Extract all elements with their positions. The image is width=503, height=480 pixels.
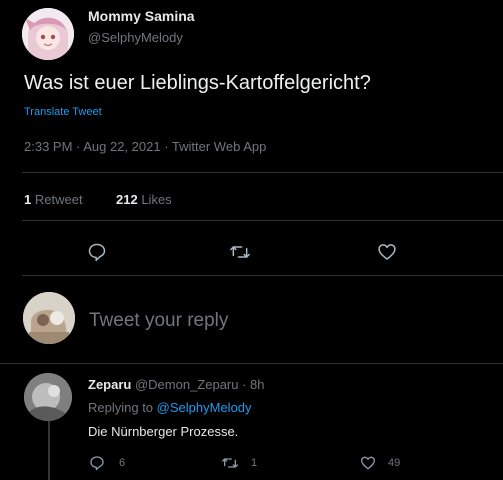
thread-line [48, 420, 50, 480]
replying-to: Replying to @SelphyMelody [88, 400, 252, 415]
reply-icon [89, 455, 105, 471]
retweets-label: Retweet [34, 192, 83, 207]
retweet-stats[interactable]: 1 Retweet [24, 192, 83, 207]
reply-author-name[interactable]: Zeparu [88, 377, 131, 392]
anime-avatar-image [22, 8, 74, 60]
reply-header: Zeparu @Demon_Zeparu · 8h [88, 377, 265, 392]
divider [22, 172, 503, 173]
user-avatar[interactable] [23, 292, 75, 344]
retweet-icon [221, 455, 239, 471]
replying-to-handle[interactable]: @SelphyMelody [157, 400, 252, 415]
reply-meta[interactable]: @Demon_Zeparu · 8h [135, 377, 265, 392]
reply-avatar-image [24, 373, 72, 421]
likes-label: Likes [141, 192, 172, 207]
likes-stats[interactable]: 212 Likes [116, 192, 172, 207]
reply-retweet-action[interactable]: 1 [221, 455, 257, 471]
retweet-count: 1 [251, 457, 258, 469]
reply-like-action[interactable]: 49 [360, 455, 400, 471]
tweet-text: Was ist euer Lieblings-Kartoffelgericht? [24, 72, 371, 94]
reply-count: 6 [119, 457, 126, 469]
like-count: 49 [388, 457, 401, 469]
translate-tweet-link[interactable]: Translate Tweet [24, 106, 102, 118]
reply-icon[interactable] [87, 242, 107, 262]
author-avatar[interactable] [22, 8, 74, 60]
reply-author-avatar[interactable] [24, 373, 72, 421]
replying-to-label: Replying to [88, 400, 154, 415]
reply-text: Die Nürnberger Prozesse. [88, 424, 239, 439]
divider [0, 363, 503, 364]
divider [22, 275, 503, 276]
heart-icon [360, 455, 376, 471]
author-name[interactable]: Mommy Samina [88, 8, 195, 24]
divider [22, 220, 503, 221]
author-handle[interactable]: @SelphyMelody [88, 30, 183, 45]
tweet-timestamp[interactable]: 2:33 PM · Aug 22, 2021 · Twitter Web App [24, 139, 266, 154]
retweets-count: 1 [24, 192, 32, 207]
reply-reply-action[interactable]: 6 [89, 455, 125, 471]
retweet-icon[interactable] [229, 242, 251, 262]
heart-icon[interactable] [377, 242, 397, 262]
likes-count: 212 [116, 192, 138, 207]
user-avatar-image [23, 292, 75, 344]
reply-input[interactable]: Tweet your reply [89, 310, 228, 332]
